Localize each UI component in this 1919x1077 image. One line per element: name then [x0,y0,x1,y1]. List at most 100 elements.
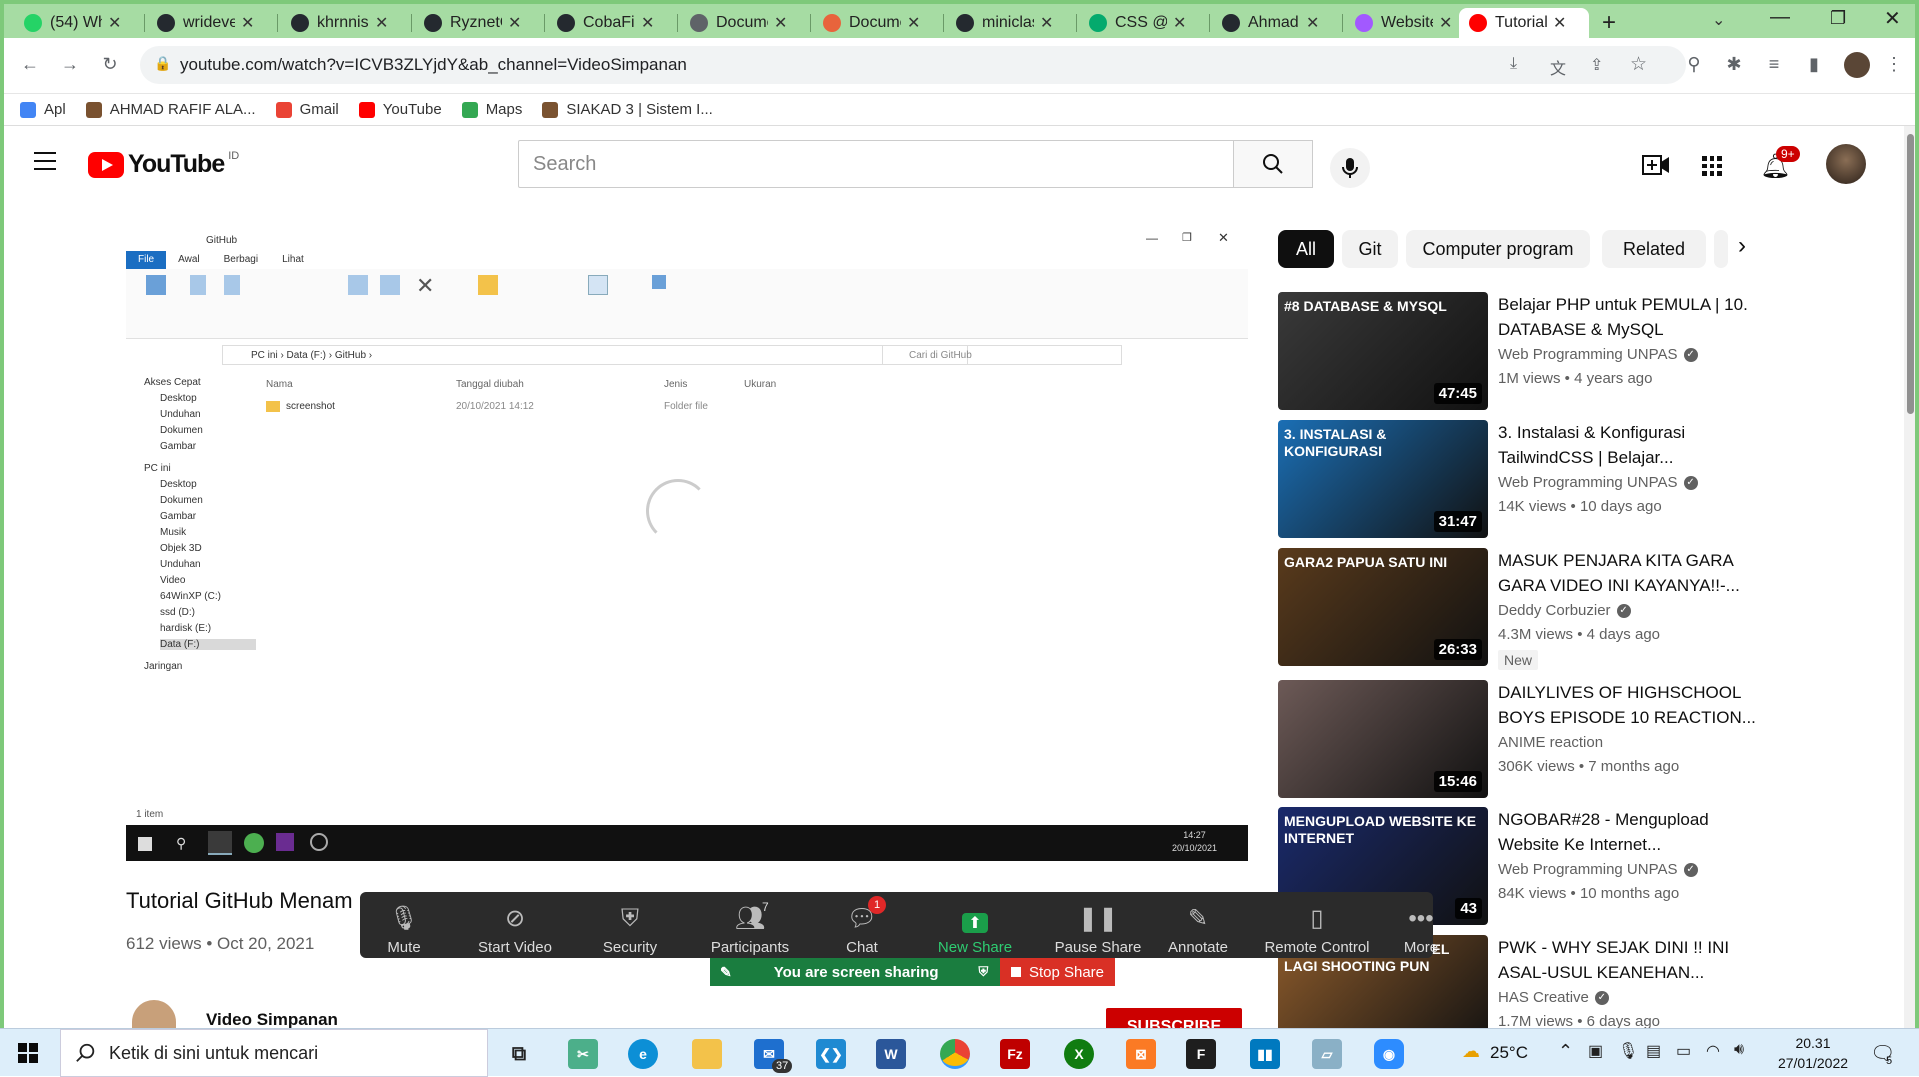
search-button[interactable] [1233,140,1313,188]
close-window-icon[interactable]: ✕ [1884,6,1901,31]
battery-icon[interactable]: ▭ [1676,1041,1691,1061]
apps-grid-icon[interactable] [1702,156,1722,176]
close-tab-icon[interactable]: ✕ [241,13,254,33]
tab-4[interactable]: CobaFil ✕ [547,8,673,38]
weather-icon[interactable]: ☁ [1462,1041,1480,1062]
channel-row[interactable]: Web Programming UNPAS ✓ [1498,861,1698,878]
media-playlist-icon[interactable]: ≡ [1764,54,1784,74]
tab-6[interactable]: Docume ✕ [813,8,939,38]
xampp-icon[interactable]: ⊠ [1126,1039,1156,1069]
zoom-remote-control-button[interactable]: ▯ Remote Control [1250,900,1384,956]
bookmark-5[interactable]: SIAKAD 3 | Sistem I... [542,101,713,118]
figma-icon[interactable]: F [1186,1039,1216,1069]
close-tab-icon[interactable]: ✕ [774,13,787,33]
tray-chevron-icon[interactable]: ⌃ [1558,1041,1573,1062]
zoom-chat-button[interactable]: 💬︎ Chat 1 [830,896,894,956]
close-tab-icon[interactable]: ✕ [375,13,388,33]
zoom-security-button[interactable]: ⛨ Security [588,900,672,956]
hamburger-menu-icon[interactable] [34,152,56,170]
chip-all[interactable]: All [1278,230,1334,268]
recommended-video[interactable]: GARA2 PAPUA SATU INI 26:33 MASUK PENJARA K… [1278,548,1838,670]
zoom-mute-button[interactable]: 🎙︎ Mute [368,900,440,956]
channel-row[interactable]: Web Programming UNPAS ✓ [1498,346,1698,363]
filezilla-icon[interactable]: Fz [1000,1039,1030,1069]
taskbar-search[interactable]: Ketik di sini untuk mencari [60,1029,488,1077]
zoom-participants-button[interactable]: 👥︎ Participants 7 [690,900,810,956]
voice-search-icon[interactable] [1330,148,1370,188]
tab-8[interactable]: CSS @r ✕ [1079,8,1205,38]
bookmark-4[interactable]: Maps [461,101,522,118]
zoom-more-button[interactable]: ••• More [1392,900,1450,956]
trello-icon[interactable]: ▮▮ [1250,1039,1280,1069]
back-icon[interactable]: ← [20,54,40,74]
word-icon[interactable]: W [876,1039,906,1069]
video-title[interactable]: NGOBAR#28 - Mengupload Website Ke Intern… [1498,807,1768,857]
file-explorer-icon[interactable] [692,1039,722,1069]
clock[interactable]: 20.31 27/01/2022 [1768,1033,1858,1073]
minimize-icon[interactable]: — [1770,6,1790,29]
close-tab-icon[interactable]: ✕ [1173,13,1186,33]
video-player[interactable]: GitHub — ❐ ✕ File Awal Berbagi Lihat ✕ PC i… [126,229,1248,861]
wifi-icon[interactable]: ◠ [1706,1041,1720,1061]
omnibox[interactable]: 🔒 youtube.com/watch?v=ICVB3ZLYjdY&ab_cha… [140,46,1686,84]
new-tab-button[interactable]: + [1602,9,1616,37]
bookmark-2[interactable]: Gmail [275,101,339,118]
create-video-icon[interactable] [1642,154,1670,181]
share-pin-icon[interactable]: ✎ [720,964,732,981]
bookmark-0[interactable]: Apl [20,101,66,118]
close-tab-icon[interactable]: ✕ [1439,13,1452,33]
chip-git[interactable]: Git [1342,230,1398,268]
zoom-new-share-button[interactable]: ⬆ New Share [920,900,1030,956]
maximize-icon[interactable]: ❐ [1830,8,1846,29]
recommended-video[interactable]: 3. INSTALASI & KONFIGURASI 31:47 3. Instal… [1278,420,1838,538]
channel-row[interactable]: HAS Creative ✓ [1498,989,1609,1006]
task-view-icon[interactable]: ⧉ [504,1039,534,1069]
vscode-icon[interactable]: ❮❯ [816,1039,846,1069]
close-tab-icon[interactable]: ✕ [108,13,121,33]
tray-device-icon[interactable]: ▣ [1588,1041,1603,1061]
profile-avatar[interactable] [1844,52,1870,78]
zoom-annotate-button[interactable]: ✎ Annotate [1160,900,1236,956]
recommended-video[interactable]: #8 DATABASE & MYSQL 47:45 Belajar PHP untu… [1278,292,1838,410]
tray-mic-icon[interactable]: 🎙︎ [1618,1041,1638,1061]
translate-icon[interactable]: 文 [1550,55,1566,79]
video-title[interactable]: PWK - WHY SEJAK DINI !! INI ASAL-USUL KE… [1498,935,1768,985]
video-thumbnail[interactable]: GARA2 PAPUA SATU INI 26:33 [1278,548,1488,666]
windows-start-icon[interactable] [18,1043,38,1063]
channel-name[interactable]: Video Simpanan [206,1010,338,1030]
tab-5[interactable]: Docume ✕ [680,8,806,38]
chip-computer-program[interactable]: Computer program [1406,230,1590,268]
weather-temp[interactable]: 25°C [1490,1043,1528,1063]
close-tab-icon[interactable]: ✕ [1040,13,1053,33]
recommended-video[interactable]: 15:46 DAILYLIVES OF HIGHSCHOOL BOYS EPISO… [1278,680,1838,798]
tab-2[interactable]: khrnnis ✕ [281,8,407,38]
edge-icon[interactable]: e [628,1039,658,1069]
volume-icon[interactable]: 🔊︎ [1734,1041,1744,1059]
tab-search-chevron-icon[interactable]: ⌄ [1712,10,1725,30]
bookmark-1[interactable]: AHMAD RAFIF ALA... [85,101,256,118]
tab-11[interactable]: Tutorial ✕ [1459,8,1589,38]
video-title[interactable]: DAILYLIVES OF HIGHSCHOOL BOYS EPISODE 10… [1498,680,1768,730]
chrome-icon[interactable] [940,1039,970,1069]
chip-overflow[interactable] [1714,230,1728,268]
tab-3[interactable]: RyznetC ✕ [414,8,540,38]
xbox-icon[interactable]: X [1064,1039,1094,1069]
close-tab-icon[interactable]: ✕ [907,13,920,33]
tray-screen-icon[interactable]: ▤ [1646,1041,1661,1061]
video-thumbnail[interactable]: 15:46 [1278,680,1488,798]
account-avatar[interactable] [1826,144,1866,184]
close-tab-icon[interactable]: ✕ [641,13,654,33]
tab-7[interactable]: miniclas ✕ [946,8,1072,38]
channel-row[interactable]: Deddy Corbuzier ✓ [1498,602,1631,619]
share-icon[interactable]: ⇪ [1590,55,1603,75]
scrollbar-thumb[interactable] [1907,134,1914,414]
youtube-logo[interactable]: YouTube ID [88,150,239,179]
close-tab-icon[interactable]: ✕ [1306,13,1319,33]
search-input[interactable]: Search [518,140,1234,188]
chips-next-icon[interactable]: › [1738,232,1746,260]
video-title[interactable]: Belajar PHP untuk PEMULA | 10. DATABASE … [1498,292,1768,342]
snipping-tool-icon[interactable]: ✂ [568,1039,598,1069]
channel-row[interactable]: ANIME reaction [1498,734,1603,751]
forward-icon[interactable]: → [60,54,80,74]
tab-9[interactable]: Ahmad ✕ [1212,8,1338,38]
